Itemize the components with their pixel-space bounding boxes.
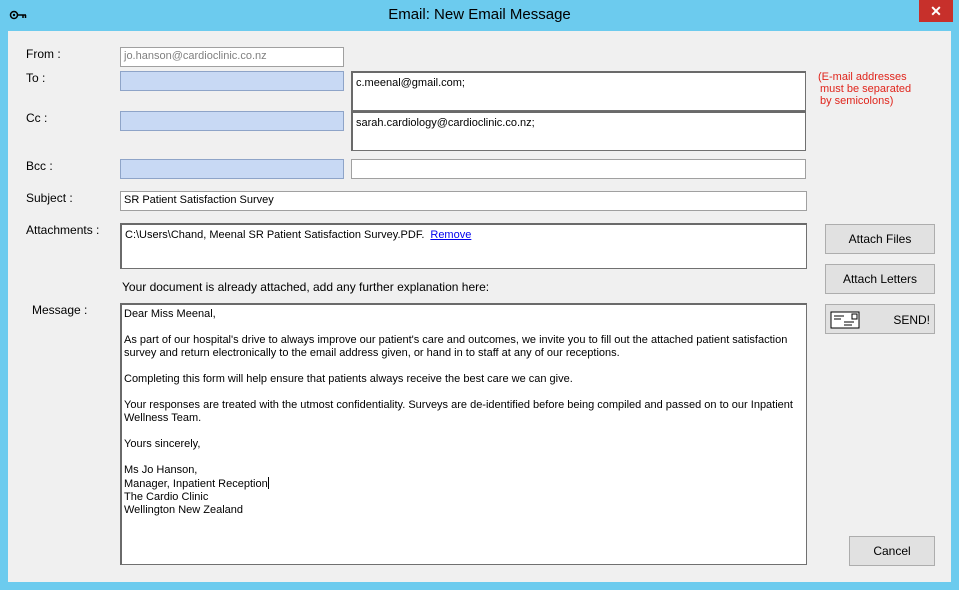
attach-files-button[interactable]: Attach Files bbox=[825, 224, 935, 254]
message-paragraph-3: Your responses are treated with the utmo… bbox=[124, 399, 793, 424]
note-line-1: (E-mail addresses bbox=[818, 71, 907, 83]
attachment-file: C:\Users\Chand, Meenal SR Patient Satisf… bbox=[125, 229, 425, 241]
message-body[interactable]: Dear Miss Meenal, As part of our hospita… bbox=[120, 303, 807, 565]
bcc-field[interactable] bbox=[351, 159, 806, 179]
text-cursor bbox=[267, 477, 269, 489]
title-bar[interactable]: Email: New Email Message ✕ bbox=[0, 0, 959, 31]
email-window: Email: New Email Message ✕ From : jo.han… bbox=[0, 0, 959, 590]
close-button[interactable]: ✕ bbox=[919, 0, 953, 22]
cancel-button[interactable]: Cancel bbox=[849, 536, 935, 566]
form-area: From : jo.hanson@cardioclinic.co.nz To :… bbox=[8, 31, 951, 582]
envelope-icon bbox=[830, 310, 862, 333]
remove-attachment-link[interactable]: Remove bbox=[430, 229, 471, 241]
subject-label: Subject : bbox=[26, 191, 73, 205]
note-line-3: by semicolons) bbox=[820, 95, 894, 107]
message-label: Message : bbox=[32, 303, 88, 317]
send-label: SEND! bbox=[893, 313, 930, 327]
signature-line-3: The Cardio Clinic bbox=[124, 491, 209, 503]
send-button[interactable]: SEND! bbox=[825, 304, 935, 334]
signature-line-4: Wellington New Zealand bbox=[124, 504, 244, 516]
attachments-box: C:\Users\Chand, Meenal SR Patient Satisf… bbox=[120, 223, 807, 269]
signature-line-2-row: Manager, Inpatient Reception bbox=[124, 477, 804, 491]
message-greeting: Dear Miss Meenal, bbox=[124, 308, 216, 320]
to-address-button[interactable] bbox=[120, 71, 344, 91]
message-closing: Yours sincerely, bbox=[124, 438, 201, 450]
separator-note: (E-mail addresses must be separated by s… bbox=[818, 71, 911, 107]
from-field: jo.hanson@cardioclinic.co.nz bbox=[120, 47, 344, 67]
cc-address-button[interactable] bbox=[120, 111, 344, 131]
message-paragraph-1: As part of our hospital's drive to alway… bbox=[124, 334, 788, 359]
to-label: To : bbox=[26, 71, 46, 85]
attachment-hint: Your document is already attached, add a… bbox=[122, 280, 490, 294]
cc-label: Cc : bbox=[26, 111, 48, 125]
attach-letters-button[interactable]: Attach Letters bbox=[825, 264, 935, 294]
bcc-address-button[interactable] bbox=[120, 159, 344, 179]
bcc-label: Bcc : bbox=[26, 159, 53, 173]
from-label: From : bbox=[26, 47, 61, 61]
subject-field[interactable]: SR Patient Satisfaction Survey bbox=[120, 191, 807, 211]
cc-field[interactable]: sarah.cardiology@cardioclinic.co.nz; bbox=[351, 111, 806, 151]
attachments-label: Attachments : bbox=[26, 223, 100, 237]
to-field[interactable]: c.meenal@gmail.com; bbox=[351, 71, 806, 111]
window-title: Email: New Email Message bbox=[388, 6, 571, 23]
signature-line-1: Ms Jo Hanson, bbox=[124, 464, 198, 476]
signature-line-2: Manager, Inpatient Reception bbox=[124, 478, 268, 490]
note-line-2: must be separated bbox=[820, 83, 912, 95]
message-paragraph-2: Completing this form will help ensure th… bbox=[124, 373, 573, 385]
